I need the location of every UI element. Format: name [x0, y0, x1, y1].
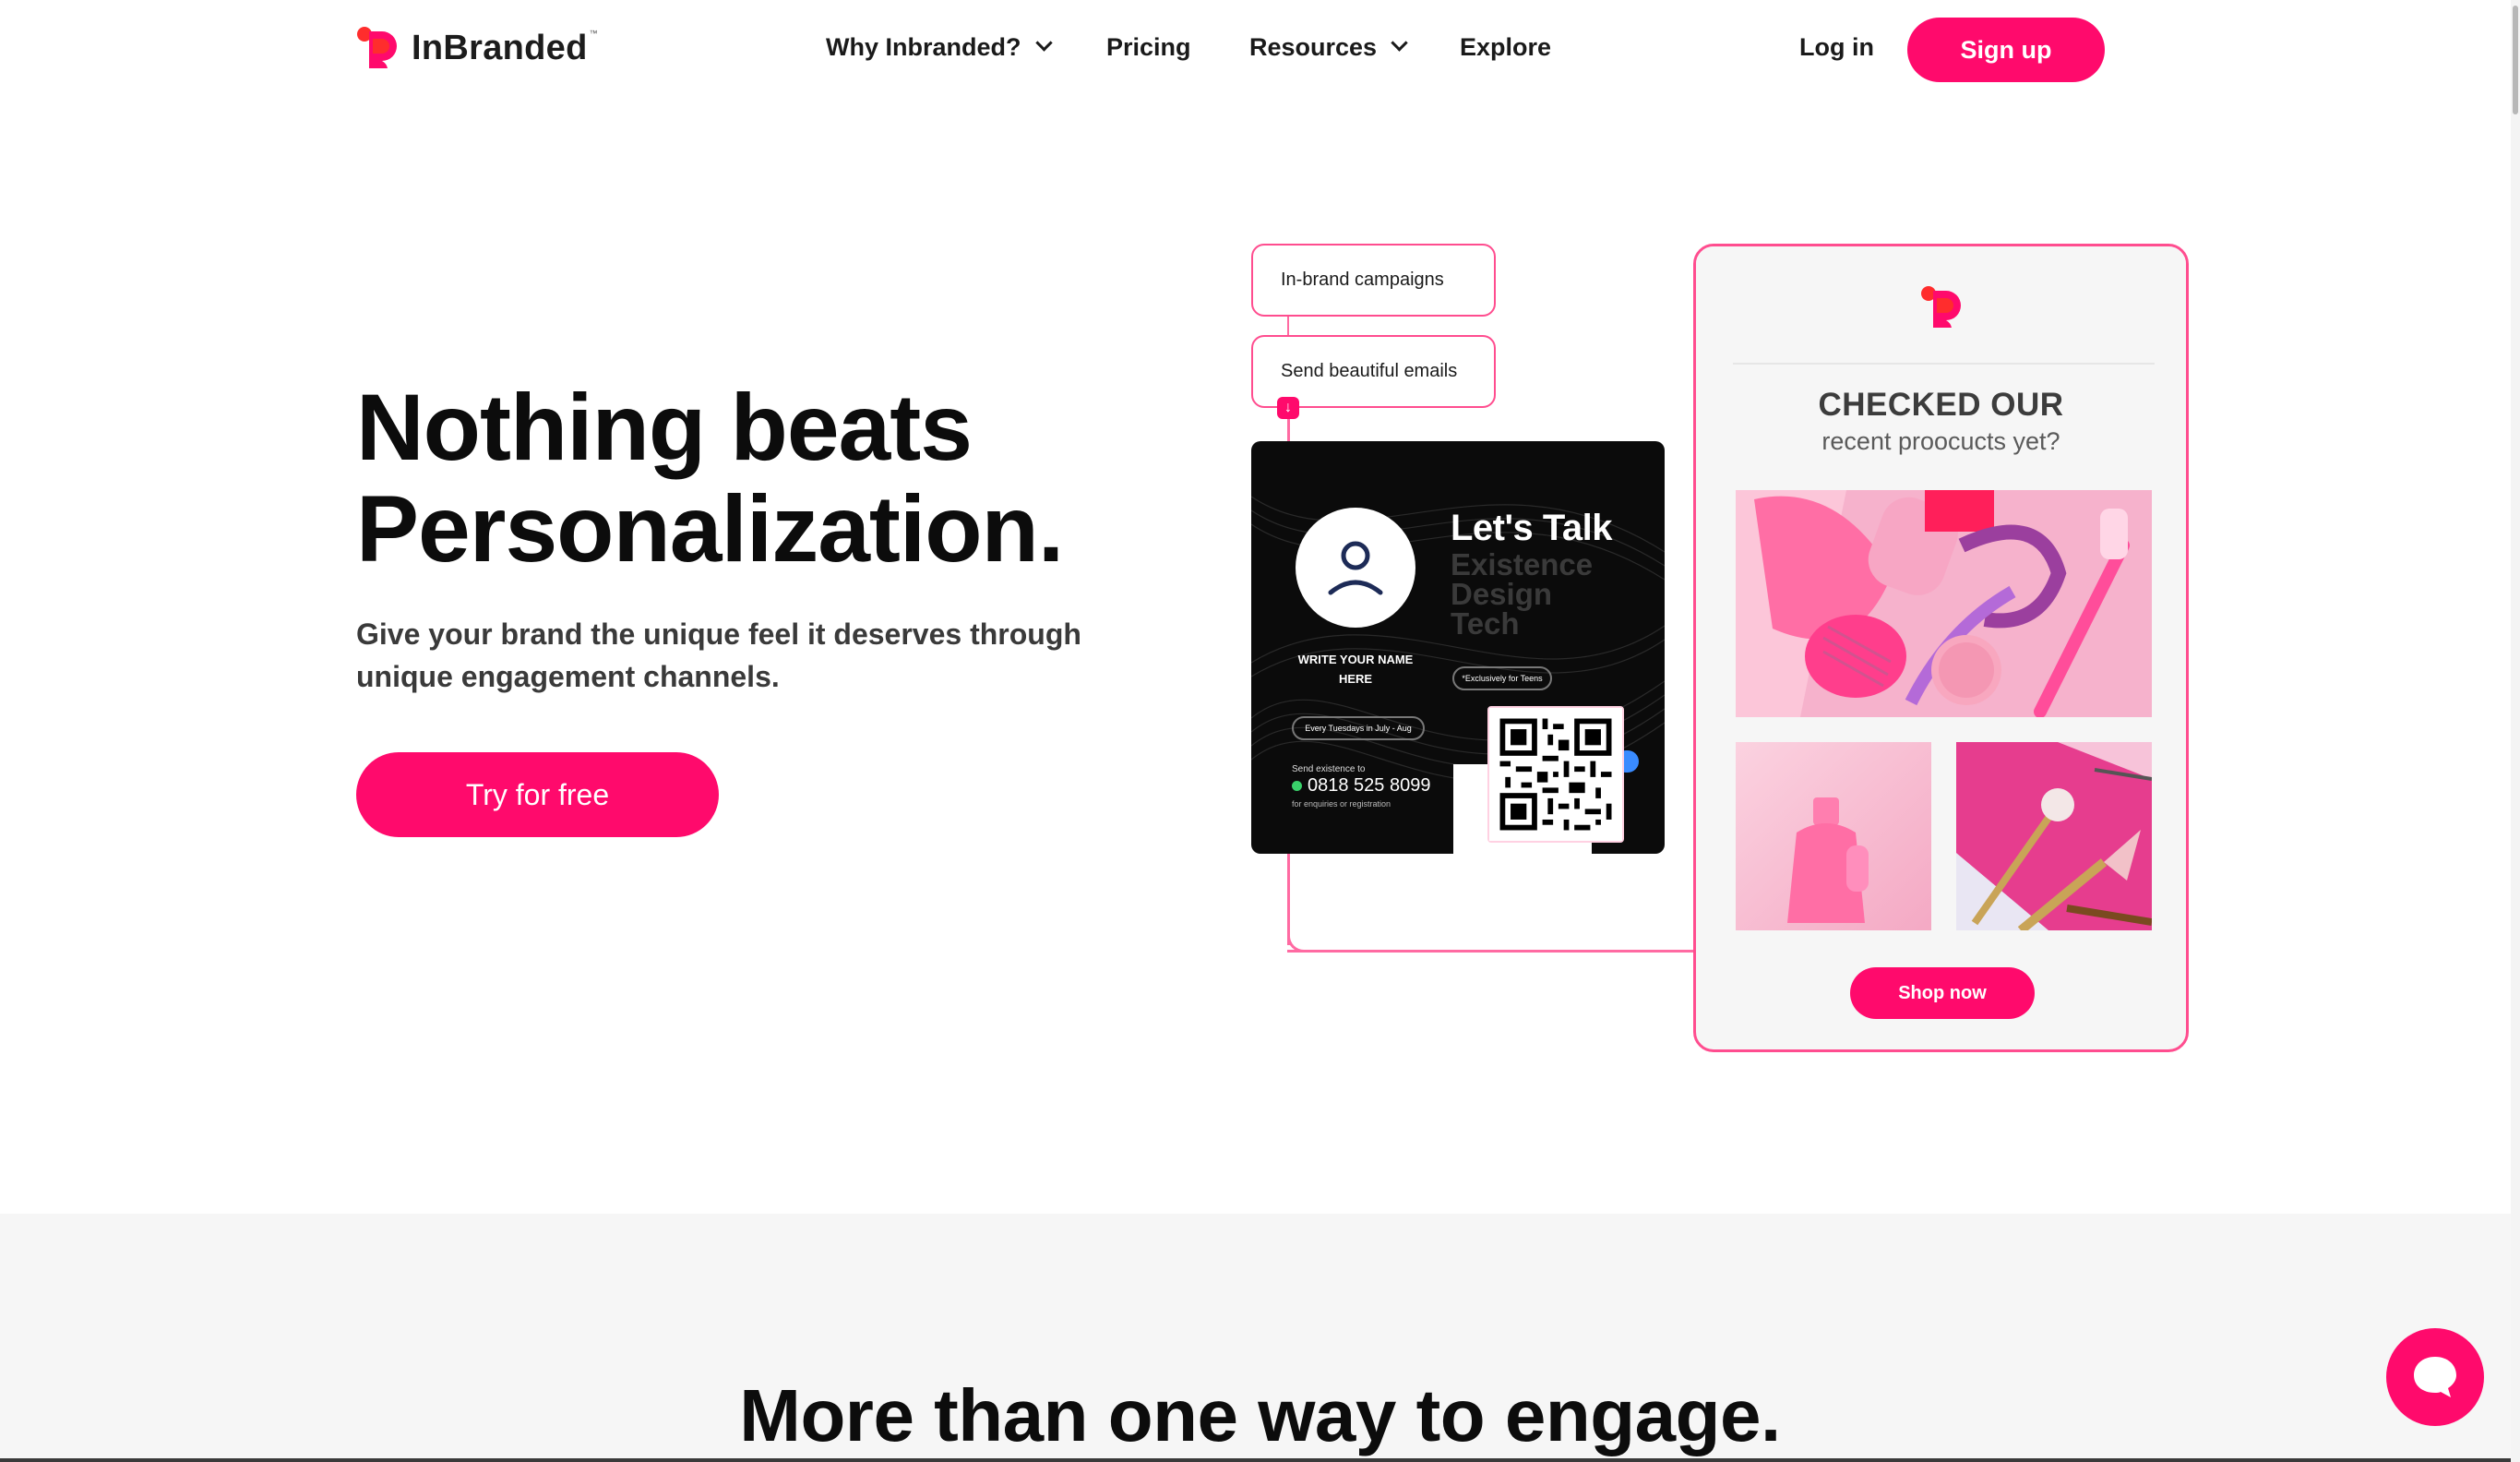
- nav-label: Explore: [1460, 33, 1552, 61]
- logo-icon: [1920, 285, 1966, 334]
- nav-explore[interactable]: Explore: [1460, 33, 1551, 62]
- email-preview-panel: CHECKED OUR recent proocucts yet? Shop n…: [1693, 244, 2189, 1052]
- nav-why-inbranded[interactable]: Why Inbranded?: [826, 33, 1053, 62]
- logo-text: InBranded: [412, 28, 588, 67]
- hero-title: Nothing beats Personalization.: [356, 375, 1064, 581]
- flyer-badge: *Exclusively for Teens: [1452, 666, 1552, 690]
- nav-pricing[interactable]: Pricing: [1106, 33, 1191, 62]
- arrow-down-icon: ↓: [1277, 397, 1299, 419]
- flyer-brand-line: Tech: [1451, 606, 1520, 641]
- nav-label: Pricing: [1106, 33, 1191, 61]
- flyer-schedule: Every Tuesdays in July - Aug: [1292, 716, 1425, 740]
- hero-subtitle: Give your brand the unique feel it deser…: [356, 617, 1081, 693]
- section-title: More than one way to engage.: [739, 1374, 1781, 1456]
- avatar: [1296, 508, 1415, 628]
- signup-button[interactable]: Sign up: [1907, 18, 2105, 82]
- qr-code-icon: [1487, 706, 1624, 843]
- hero-title-line: Nothing beats: [356, 375, 973, 480]
- site-header: InBranded ™ Why Inbranded? Pricing Resou…: [0, 0, 2520, 100]
- flyer-phone-number: 0818 525 8099: [1308, 775, 1431, 796]
- flyer-heading: Let's Talk: [1451, 508, 1612, 548]
- product-image: [1956, 742, 2152, 930]
- tag-in-brand-campaigns: In-brand campaigns: [1251, 244, 1496, 317]
- panel-heading: CHECKED OUR: [1818, 387, 2064, 423]
- connector-line: [1287, 950, 1695, 953]
- flyer-brand: Existence Design Tech: [1451, 547, 1594, 641]
- product-image: [1736, 490, 2152, 717]
- avatar-label: WRITE YOUR NAME HERE: [1297, 653, 1414, 686]
- connector-line: [1287, 317, 1289, 336]
- user-icon: [1328, 541, 1383, 595]
- product-image: [1736, 742, 1931, 930]
- scrollbar-thumb[interactable]: [2513, 6, 2518, 114]
- logo[interactable]: InBranded ™: [356, 26, 598, 70]
- chat-button[interactable]: [2386, 1328, 2484, 1426]
- flyer-phone: 0818 525 8099: [1292, 775, 1430, 797]
- nav-resources[interactable]: Resources: [1249, 33, 1408, 62]
- nav-label: Why Inbranded?: [826, 33, 1021, 61]
- scrollbar[interactable]: [2511, 0, 2520, 1462]
- panel-divider: [1733, 363, 2155, 365]
- panel-subheading: recent proocucts yet?: [1821, 427, 2060, 455]
- flyer-brand-line: Design: [1451, 577, 1553, 611]
- chevron-down-icon: [1034, 34, 1053, 52]
- chevron-down-icon: [1391, 34, 1408, 52]
- hero-title-line: Personalization.: [356, 476, 1064, 581]
- flyer-enquiries: for enquiries or registration: [1292, 799, 1391, 809]
- nav-label: Resources: [1249, 33, 1378, 61]
- login-link[interactable]: Log in: [1799, 33, 1874, 62]
- divider: [0, 1458, 2511, 1462]
- logo-icon: [356, 26, 402, 70]
- try-for-free-button[interactable]: Try for free: [356, 752, 719, 837]
- trademark: ™: [589, 29, 598, 38]
- chat-icon: [2414, 1357, 2456, 1397]
- flyer-brand-line: Existence: [1451, 547, 1594, 581]
- shop-now-button[interactable]: Shop now: [1850, 967, 2035, 1019]
- flyer-send-text: Send existence to: [1292, 764, 1366, 774]
- whatsapp-icon: [1292, 781, 1302, 791]
